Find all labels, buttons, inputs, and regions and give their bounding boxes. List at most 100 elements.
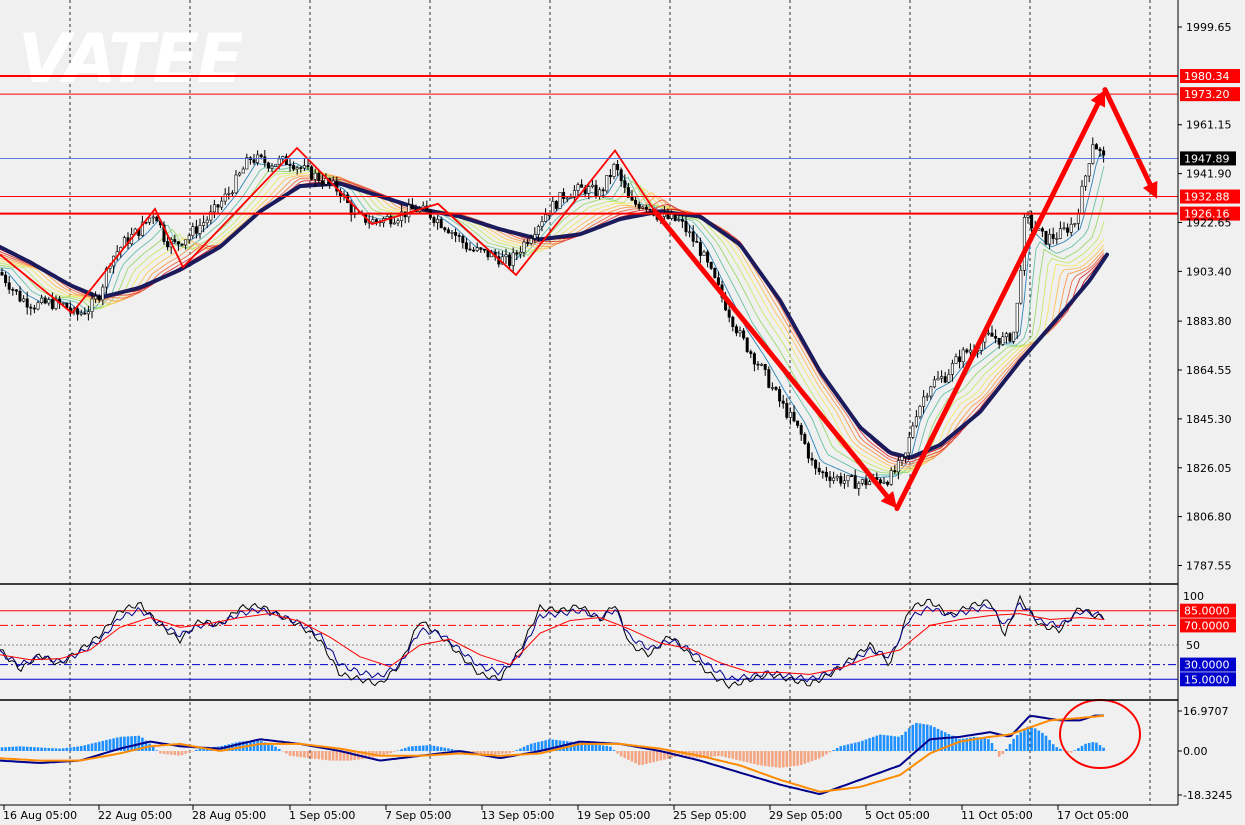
macd-histogram-bar xyxy=(1080,745,1084,751)
macd-histogram-bar xyxy=(277,748,281,751)
macd-histogram-bar xyxy=(857,741,861,751)
macd-histogram-bar xyxy=(731,751,735,759)
candle-body xyxy=(1069,223,1073,233)
candle-body xyxy=(1080,185,1084,214)
macd-histogram-bar xyxy=(1059,748,1062,751)
macd-histogram-bar xyxy=(1030,726,1033,751)
macd-histogram-bar xyxy=(87,744,90,751)
macd-histogram-bar xyxy=(1001,751,1005,755)
candle-body xyxy=(47,299,51,304)
macd-histogram-bar xyxy=(526,745,529,751)
macd-histogram-bar xyxy=(879,734,882,751)
macd-histogram-bar xyxy=(753,751,756,765)
candle-body xyxy=(734,326,738,334)
macd-histogram-bar xyxy=(774,751,778,768)
macd-histogram-bar xyxy=(310,751,313,759)
macd-histogram-bar xyxy=(868,738,871,751)
macd-histogram-bar xyxy=(511,751,515,752)
macd-histogram-bar xyxy=(652,751,655,763)
macd-histogram-bar xyxy=(637,751,641,766)
macd-histogram-bar xyxy=(11,746,15,751)
candle-body xyxy=(932,379,936,388)
macd-histogram-bar xyxy=(825,751,828,755)
macd-histogram-bar xyxy=(515,750,519,751)
macd-histogram-bar xyxy=(1077,748,1080,751)
macd-histogram-bar xyxy=(198,748,202,751)
trading-chart[interactable]: VATEE 1980.341973.201932.881926.161947.8… xyxy=(0,0,1245,825)
candle-body xyxy=(961,349,965,363)
candle-body xyxy=(1015,302,1019,333)
macd-histogram-bar xyxy=(745,751,749,763)
macd-histogram-bar xyxy=(1008,743,1012,751)
candle-body xyxy=(11,289,15,291)
candle-body xyxy=(918,406,922,418)
macd-histogram-bar xyxy=(655,751,659,762)
candle-body xyxy=(198,225,202,234)
stoch-top-label: 100 xyxy=(1183,590,1204,603)
macd-histogram-bar xyxy=(403,747,407,751)
candle-body xyxy=(187,235,191,241)
macd-histogram-bar xyxy=(724,751,727,758)
macd-histogram-bar xyxy=(706,751,709,758)
candle-body xyxy=(835,476,839,479)
candle-body xyxy=(1026,214,1030,218)
macd-histogram-bar xyxy=(522,746,526,751)
macd-histogram-bar xyxy=(130,736,133,751)
candle-body xyxy=(205,219,209,224)
candle-body xyxy=(374,219,378,223)
macd-histogram-bar xyxy=(627,751,630,760)
macd-histogram-bar xyxy=(306,751,310,758)
candle-body xyxy=(803,434,807,444)
macd-histogram-bar xyxy=(299,751,303,758)
macd-histogram-bar xyxy=(418,745,421,751)
candle-body xyxy=(778,389,782,402)
macd-histogram-bar xyxy=(792,751,796,767)
candle-body xyxy=(1008,333,1012,342)
macd-histogram-bar xyxy=(796,751,799,766)
macd-histogram-bar xyxy=(43,747,47,751)
candle-body xyxy=(1004,333,1008,338)
macd-histogram-bar xyxy=(814,751,817,760)
macd-histogram-bar xyxy=(493,751,497,755)
macd-histogram-bar xyxy=(990,742,994,751)
candle-body xyxy=(245,157,249,170)
macd-histogram-bar xyxy=(335,751,339,761)
macd-histogram-bar xyxy=(767,751,771,767)
macd-histogram-bar xyxy=(177,751,180,756)
candle-body xyxy=(587,186,591,194)
candle-body xyxy=(317,172,321,181)
macd-histogram-bar xyxy=(529,743,533,751)
candle-body xyxy=(216,204,220,208)
macd-histogram-bar xyxy=(18,746,22,751)
candle-body xyxy=(90,298,94,312)
candle-body xyxy=(76,308,80,315)
candle-body xyxy=(839,476,843,484)
candle-body xyxy=(1044,230,1048,245)
time-tick-label: 5 Oct 05:00 xyxy=(865,809,930,822)
macd-histogram-bar xyxy=(1033,728,1037,751)
macd-histogram-bar xyxy=(61,748,65,751)
macd-histogram-bar xyxy=(425,745,429,751)
price-tick-label: 1922.65 xyxy=(1186,216,1232,229)
macd-histogram-bar xyxy=(936,728,940,751)
macd-histogram-bar xyxy=(439,747,443,751)
candle-body xyxy=(702,251,706,256)
candle-body xyxy=(713,268,717,278)
candle-body xyxy=(302,165,306,169)
candle-body xyxy=(785,403,789,418)
macd-histogram-bar xyxy=(112,738,115,751)
macd-histogram-bar xyxy=(25,746,29,751)
macd-histogram-bar xyxy=(756,751,760,765)
candle-body xyxy=(846,475,850,482)
candle-body xyxy=(756,363,760,366)
candle-body xyxy=(166,241,170,248)
candle-body xyxy=(752,353,756,365)
candle-body xyxy=(518,252,522,255)
candle-body xyxy=(904,452,908,457)
stoch-level-tag-label-1: 70.0000 xyxy=(1184,619,1230,632)
macd-histogram-bar xyxy=(274,746,277,751)
candle-body xyxy=(299,167,303,169)
macd-histogram-bar xyxy=(1037,730,1041,751)
candle-body xyxy=(900,456,904,461)
macd-histogram-bar xyxy=(720,751,724,757)
